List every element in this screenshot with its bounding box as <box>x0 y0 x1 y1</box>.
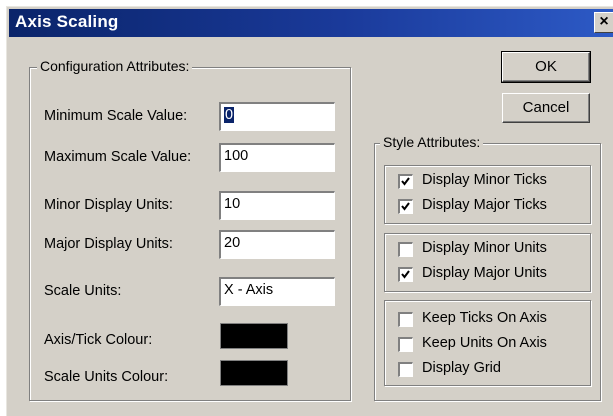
display-major-ticks-label[interactable]: Display Major Ticks <box>422 197 547 213</box>
style-attributes-legend: Style Attributes: <box>380 134 484 150</box>
ok-button-label: OK <box>535 58 557 75</box>
maximum-scale-input[interactable]: 100 <box>219 143 335 172</box>
scale-units-label: Scale Units: <box>44 283 122 299</box>
minimum-scale-label: Minimum Scale Value: <box>44 108 188 124</box>
close-button[interactable]: × <box>594 12 613 33</box>
minor-display-units-label: Minor Display Units: <box>44 197 173 213</box>
window-title: Axis Scaling <box>15 12 119 31</box>
scale-units-input[interactable]: X - Axis <box>219 277 335 306</box>
axis-scaling-dialog: Axis Scaling × Configuration Attributes:… <box>6 6 613 416</box>
scale-units-colour-swatch[interactable] <box>220 360 288 386</box>
display-major-ticks-checkbox[interactable] <box>398 199 413 214</box>
display-major-units-label[interactable]: Display Major Units <box>422 265 547 281</box>
maximum-scale-label: Maximum Scale Value: <box>44 149 192 165</box>
cancel-button-label: Cancel <box>522 99 570 116</box>
display-minor-units-checkbox[interactable] <box>398 242 413 257</box>
keep-units-on-axis-checkbox[interactable] <box>398 337 413 352</box>
title-bar: Axis Scaling × <box>9 9 613 37</box>
display-minor-ticks-label[interactable]: Display Minor Ticks <box>422 172 547 188</box>
ok-button[interactable]: OK <box>501 51 591 83</box>
minimum-scale-input[interactable]: 0 <box>219 102 335 131</box>
keep-units-on-axis-label[interactable]: Keep Units On Axis <box>422 335 547 351</box>
axis-tick-colour-swatch[interactable] <box>220 323 288 349</box>
configuration-attributes-legend: Configuration Attributes: <box>37 58 193 74</box>
axis-tick-colour-label: Axis/Tick Colour: <box>44 332 153 348</box>
display-minor-ticks-checkbox[interactable] <box>398 174 413 189</box>
major-display-units-label: Major Display Units: <box>44 236 173 252</box>
display-grid-label[interactable]: Display Grid <box>422 360 501 376</box>
scale-units-colour-label: Scale Units Colour: <box>44 369 169 385</box>
keep-ticks-on-axis-label[interactable]: Keep Ticks On Axis <box>422 310 547 326</box>
display-major-units-checkbox[interactable] <box>398 267 413 282</box>
display-minor-units-label[interactable]: Display Minor Units <box>422 240 547 256</box>
major-display-units-input[interactable]: 20 <box>219 230 335 259</box>
minimum-scale-value: 0 <box>224 107 235 123</box>
minor-display-units-input[interactable]: 10 <box>219 191 335 220</box>
cancel-button[interactable]: Cancel <box>502 93 590 123</box>
display-grid-checkbox[interactable] <box>398 362 413 377</box>
keep-ticks-on-axis-checkbox[interactable] <box>398 312 413 327</box>
